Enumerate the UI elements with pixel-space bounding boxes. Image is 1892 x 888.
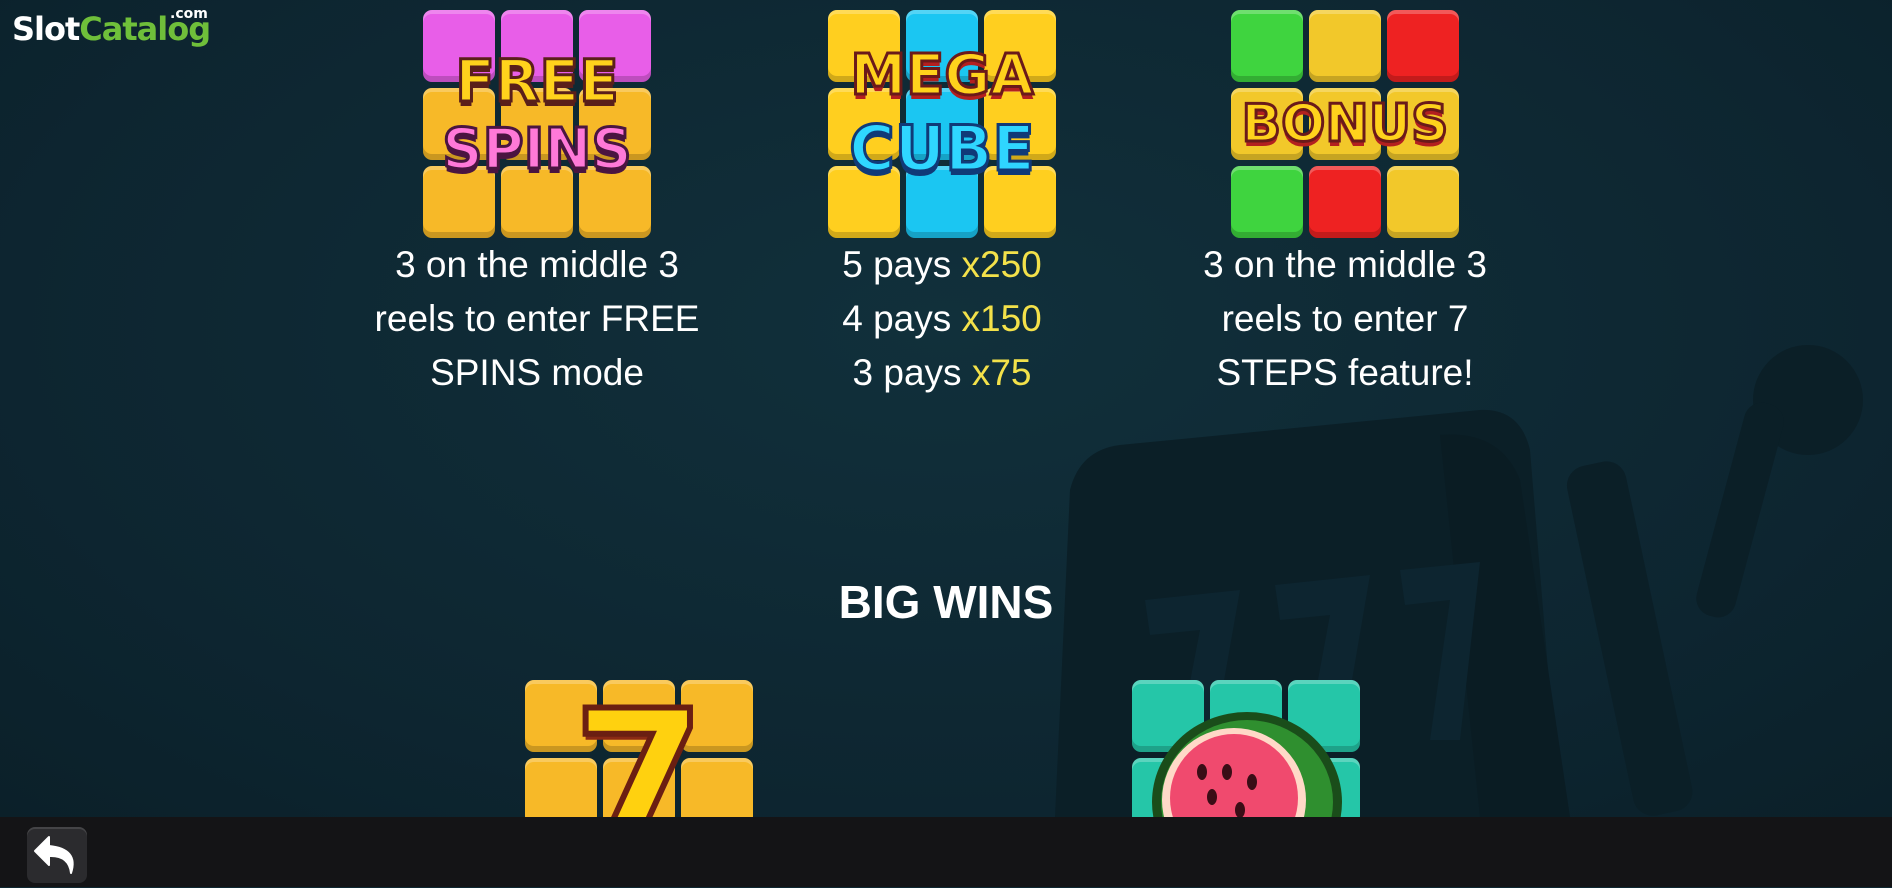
mega-cube-label-top: MEGA [849,43,1035,108]
pay-multiplier: x150 [961,298,1042,339]
bonus-desc-line: STEPS feature! [1216,352,1474,393]
free-spins-symbol: FREE SPINS [423,10,651,238]
bonus-symbol: BONUS [1231,10,1459,238]
mega-cube-label-bottom: CUBE [848,112,1036,185]
back-button[interactable] [27,827,87,883]
mega-cube-pays: 5 pays x250 4 pays x150 3 pays x75 [742,238,1142,400]
seven-glyph: 7 [570,670,708,818]
watermark-slot-text: Slot [12,10,80,48]
free-spins-desc-line: SPINS mode [430,352,644,393]
free-spins-label-top: FREE [454,47,621,115]
pay-row-4: 4 pays x150 [742,292,1142,346]
slotcatalog-watermark: SlotCatalog .com [12,6,211,48]
free-spins-description: 3 on the middle 3 reels to enter FREE SP… [337,238,737,400]
pay-text: 5 pays [842,244,962,285]
watermelon-icon [1152,712,1342,817]
pay-text: 4 pays [842,298,962,339]
bonus-label: BONUS [1240,94,1450,154]
big-wins-heading: BIG WINS [838,576,1054,628]
watermark-com-text: .com [170,6,208,22]
bonus-description: 3 on the middle 3 reels to enter 7 STEPS… [1145,238,1545,400]
seven-symbol: 7 [525,680,753,817]
paytable-page: SlotCatalog .com FREE SPINS MEGA CUBE BO… [0,0,1892,817]
pay-multiplier: x75 [971,352,1032,393]
free-spins-desc-line: reels to enter FREE [374,298,700,339]
back-arrow-icon [34,836,74,874]
pay-row-5: 5 pays x250 [742,238,1142,292]
pay-row-3: 3 pays x75 [742,346,1142,400]
mega-cube-symbol: MEGA CUBE [828,10,1056,238]
watermelon-symbol [1132,680,1360,817]
pay-multiplier: x250 [961,244,1042,285]
bottom-toolbar [0,817,1892,887]
free-spins-label-bottom: SPINS [441,117,633,182]
free-spins-desc-line: 3 on the middle 3 [395,244,679,285]
bonus-desc-line: 3 on the middle 3 [1203,244,1487,285]
pay-text: 3 pays [852,352,972,393]
bonus-desc-line: reels to enter 7 [1221,298,1469,339]
